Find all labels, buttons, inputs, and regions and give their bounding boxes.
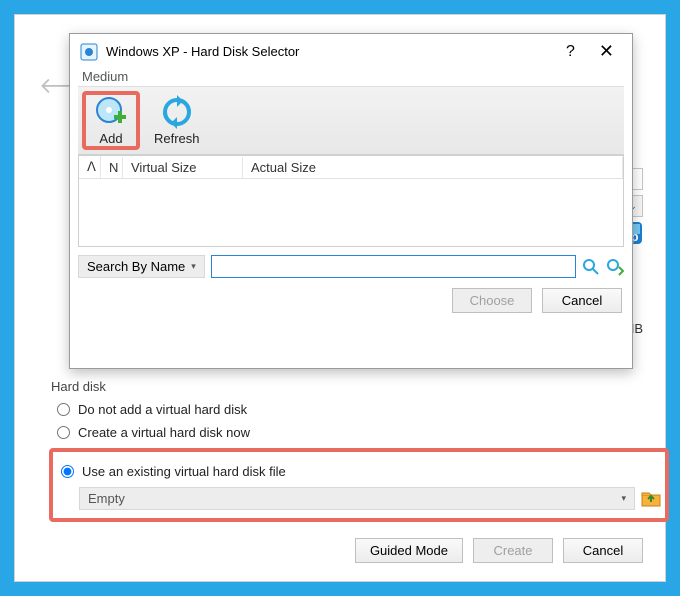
toolbar-add-button[interactable]: Add: [82, 91, 140, 150]
dialog-footer: Choose Cancel: [70, 278, 632, 317]
chevron-down-icon: ▾: [191, 261, 196, 272]
dialog-cancel-button[interactable]: Cancel: [542, 288, 622, 313]
guided-mode-button[interactable]: Guided Mode: [355, 538, 463, 563]
hard-disk-selector-dialog: Windows XP - Hard Disk Selector ? ✕ Medi…: [69, 33, 633, 369]
toolbar-refresh-label: Refresh: [154, 131, 200, 146]
close-button[interactable]: ✕: [591, 41, 622, 62]
radio-use-existing[interactable]: Use an existing virtual hard disk file: [61, 464, 661, 479]
app-icon: [80, 43, 98, 61]
column-name[interactable]: N: [101, 157, 123, 178]
radio-use-existing-label: Use an existing virtual hard disk file: [82, 464, 286, 479]
search-input[interactable]: [211, 255, 576, 278]
column-actual-size[interactable]: Actual Size: [243, 157, 623, 178]
browse-folder-icon[interactable]: [641, 490, 661, 508]
dialog-title: Windows XP - Hard Disk Selector: [106, 44, 550, 59]
hard-disk-legend: Hard disk: [51, 379, 669, 394]
toolbar-refresh-button[interactable]: Refresh: [142, 91, 212, 150]
radio-create-hard-disk-input[interactable]: [57, 426, 70, 439]
choose-button: Choose: [452, 288, 532, 313]
disk-list-header: ᐱ N Virtual Size Actual Size: [79, 156, 623, 179]
chevron-down-icon: ▾: [621, 493, 626, 504]
use-existing-highlight: Use an existing virtual hard disk file E…: [49, 448, 669, 522]
column-sort[interactable]: ᐱ: [79, 156, 101, 178]
help-button[interactable]: ?: [558, 43, 583, 61]
radio-no-hard-disk-input[interactable]: [57, 403, 70, 416]
radio-create-hard-disk[interactable]: Create a virtual hard disk now: [57, 425, 669, 440]
wizard-footer-buttons: Guided Mode Create Cancel: [355, 538, 643, 563]
cancel-button[interactable]: Cancel: [563, 538, 643, 563]
search-row: Search By Name ▾: [78, 255, 624, 278]
radio-no-hard-disk-label: Do not add a virtual hard disk: [78, 402, 247, 417]
search-find-icon[interactable]: [582, 258, 600, 276]
radio-use-existing-input[interactable]: [61, 465, 74, 478]
wizard-panel: 🡐 ⌄ xp MB Hard disk Do not add a virtual…: [14, 14, 666, 582]
dialog-subtitle: Medium: [70, 69, 632, 86]
hard-disk-group: Hard disk Do not add a virtual hard disk…: [51, 379, 669, 522]
refresh-icon: [160, 95, 194, 129]
search-next-icon[interactable]: [606, 258, 624, 276]
radio-create-hard-disk-label: Create a virtual hard disk now: [78, 425, 250, 440]
existing-disk-value: Empty: [88, 491, 125, 506]
toolbar-add-label: Add: [99, 131, 122, 146]
dialog-titlebar: Windows XP - Hard Disk Selector ? ✕: [70, 34, 632, 69]
create-button: Create: [473, 538, 553, 563]
search-mode-dropdown[interactable]: Search By Name ▾: [78, 255, 205, 278]
radio-no-hard-disk[interactable]: Do not add a virtual hard disk: [57, 402, 669, 417]
disk-list[interactable]: ᐱ N Virtual Size Actual Size: [78, 155, 624, 247]
add-disk-icon: [94, 95, 128, 129]
dialog-toolbar: Add Refresh: [78, 86, 624, 155]
search-mode-label: Search By Name: [87, 259, 185, 274]
column-virtual-size[interactable]: Virtual Size: [123, 157, 243, 178]
existing-disk-dropdown[interactable]: Empty ▾: [79, 487, 635, 510]
